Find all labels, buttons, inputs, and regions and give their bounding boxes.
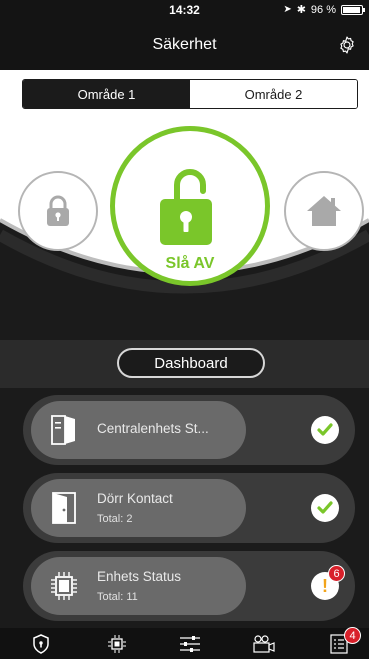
card-subtitle: Total: 11	[97, 591, 138, 603]
card-control-panel[interactable]: Centralenhets St...	[23, 395, 355, 465]
card-subtitle: Total: 2	[97, 513, 133, 525]
tab-settings[interactable]	[178, 632, 202, 656]
chip-icon	[51, 572, 77, 600]
location-icon: ➤	[283, 4, 292, 15]
chip-icon	[108, 635, 126, 653]
dashboard-button[interactable]: Dashboard	[117, 348, 265, 378]
status-bar: 14:32 ➤ ✱ 96 %	[0, 0, 369, 20]
card-pill: Enhets Status Total: 11	[31, 557, 246, 615]
tab-security[interactable]	[29, 632, 53, 656]
card-device-status[interactable]: Enhets Status Total: 11 ! 6	[23, 551, 355, 621]
tab-devices[interactable]	[105, 632, 129, 656]
area-selector: Område 1 Område 2	[22, 79, 358, 109]
battery-percent: 96 %	[310, 3, 336, 16]
bluetooth-icon: ✱	[296, 4, 306, 16]
card-pill: Dörr Kontact Total: 2	[31, 479, 246, 537]
arm-home-button[interactable]	[284, 171, 364, 251]
checkmark-icon	[311, 494, 339, 522]
disarm-button[interactable]: Slå AV	[110, 126, 270, 286]
tab-bar: 4	[0, 627, 369, 659]
unlocked-padlock-icon	[160, 169, 212, 245]
camera-icon	[253, 635, 275, 653]
control-panel-icon	[51, 415, 75, 445]
nav-bar: Säkerhet	[0, 20, 369, 70]
card-pill: Centralenhets St...	[31, 401, 246, 459]
page-title: Säkerhet	[152, 36, 217, 53]
card-title: Dörr Kontact	[97, 491, 173, 506]
gear-icon[interactable]	[337, 35, 357, 55]
tab-area-2[interactable]: Område 2	[190, 80, 357, 108]
battery-icon	[341, 4, 365, 15]
card-title: Enhets Status	[97, 569, 182, 584]
door-icon	[52, 492, 76, 524]
card-title: Centralenhets St...	[97, 421, 209, 436]
tab-cameras[interactable]	[252, 632, 276, 656]
dashboard-cards: Centralenhets St... Dörr Kontact Total: …	[0, 388, 369, 628]
warning-count-badge: 6	[328, 565, 345, 582]
card-door-contact[interactable]: Dörr Kontact Total: 2	[23, 473, 355, 543]
shield-icon	[33, 634, 49, 654]
tab-area-1[interactable]: Område 1	[23, 80, 190, 108]
home-icon	[307, 196, 341, 226]
sliders-icon	[180, 636, 200, 652]
locked-padlock-icon	[47, 195, 69, 226]
arm-lock-button[interactable]	[18, 171, 98, 251]
status-indicators: ➤ ✱ 96 %	[283, 3, 365, 16]
checkmark-icon	[311, 416, 339, 444]
events-count-badge: 4	[344, 627, 361, 644]
disarm-label: Slå AV	[165, 255, 215, 272]
